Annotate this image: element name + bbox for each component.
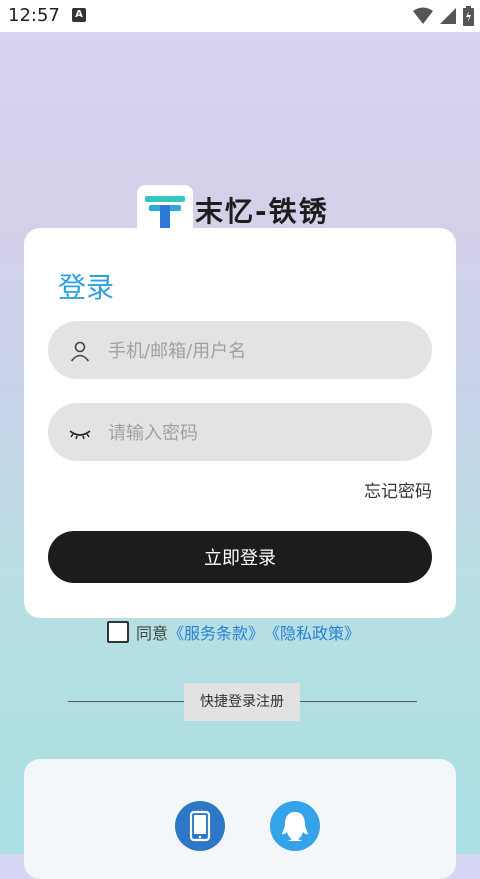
qq-icon xyxy=(282,812,308,841)
login-title: 登录 xyxy=(58,271,115,304)
system-icons xyxy=(413,6,474,26)
privacy-link[interactable]: 《隐私政策》 xyxy=(264,620,360,644)
agreement-row: 同意 《服务条款》 《隐私政策》 xyxy=(107,620,360,644)
agree-prefix: 同意 xyxy=(136,624,169,643)
status-bar: 12:57 A xyxy=(0,0,480,32)
eye-closed-icon[interactable] xyxy=(68,421,92,445)
forgot-password-link[interactable]: 忘记密码 xyxy=(364,477,432,502)
brand-name: 末忆-铁锈 xyxy=(195,195,329,228)
login-button[interactable]: 立即登录 xyxy=(48,531,432,583)
wifi-icon xyxy=(413,7,433,24)
phone-icon xyxy=(189,810,211,842)
phone-login-button[interactable] xyxy=(175,801,225,851)
battery-icon xyxy=(463,6,474,26)
username-field[interactable] xyxy=(48,321,432,381)
password-field[interactable] xyxy=(48,403,432,463)
terms-link[interactable]: 《服务条款》 xyxy=(168,620,264,644)
agree-checkbox[interactable] xyxy=(107,621,129,643)
signal-icon xyxy=(440,8,456,24)
password-input[interactable] xyxy=(106,403,410,463)
username-input[interactable] xyxy=(106,321,410,381)
login-card: 登录 忘记密码 立即登录 xyxy=(24,228,456,618)
social-login-card xyxy=(24,759,456,879)
quick-login-label: 快捷登录注册 xyxy=(184,683,300,721)
qq-login-button[interactable] xyxy=(270,801,320,851)
clock: 12:57 xyxy=(8,5,60,26)
notification-icon: A xyxy=(72,8,86,22)
user-icon xyxy=(70,341,90,362)
